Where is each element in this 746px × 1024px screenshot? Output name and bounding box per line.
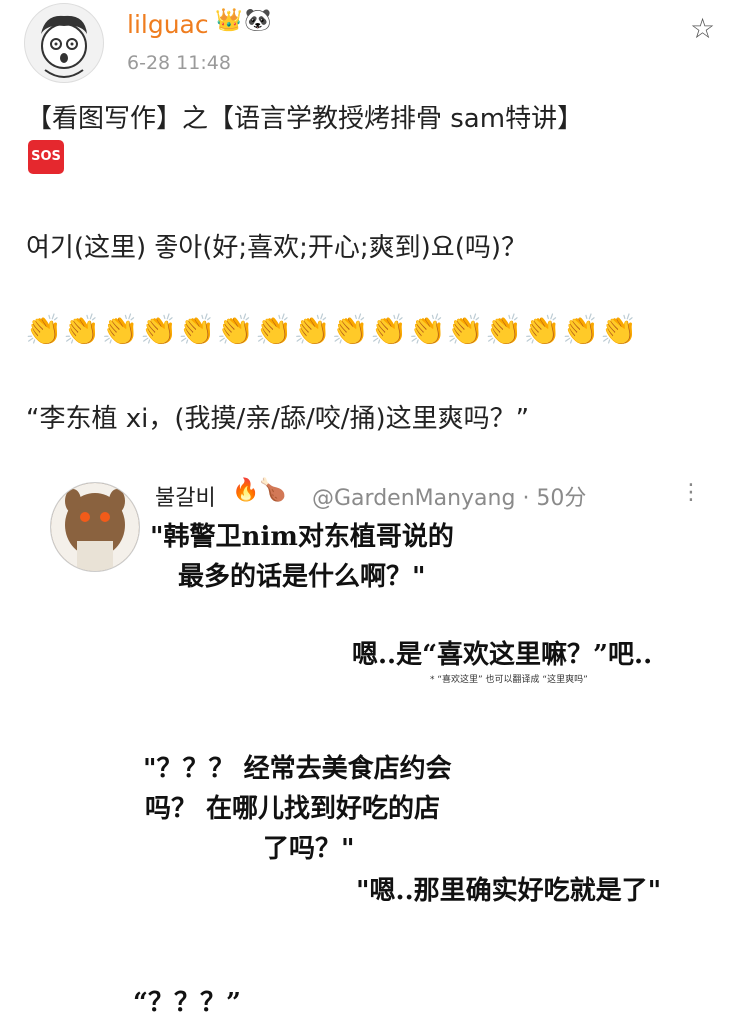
sos-icon: SOS [28, 140, 64, 174]
comment-handle[interactable]: @GardenManyang · 50分 [312, 480, 586, 512]
user-badges: 👑🐼 [215, 8, 274, 33]
question-1-line-2: 最多的话是什么啊？" [178, 562, 426, 592]
comment-user-emoji: 🔥🍗 [232, 478, 287, 503]
more-vertical-icon[interactable]: ⋮ [680, 480, 702, 505]
comment-avatar [50, 482, 140, 572]
star-icon[interactable]: ☆ [690, 12, 715, 45]
post-line-2: 여기(这里) 좋아(好;喜欢;开心;爽到)요(吗)？ [26, 233, 528, 263]
clapping-hands-icons: 👏👏👏👏👏👏👏👏👏👏👏👏👏👏👏👏 [25, 313, 639, 348]
post-line-3: “李东植 xi，(我摸/亲/舔/咬/捅)这里爽吗？” [26, 404, 530, 434]
question-1-line-1: "韩警卫nim对东植哥说的 [150, 522, 454, 552]
question-2-line-2: 吗？ 在哪儿找到好吃的店 [145, 794, 441, 824]
comment-username[interactable]: 불갈비 [155, 480, 216, 512]
post-line-1: 【看图写作】之【语言学教授烤排骨 sam特讲】 [26, 104, 584, 134]
avatar[interactable] [24, 3, 104, 83]
answer-2: "嗯..那里确实好吃就是了" [356, 876, 662, 906]
answer-1: 嗯..是“喜欢这里嘛？”吧.. [352, 640, 653, 670]
question-3: “？？？” [133, 988, 241, 1018]
translation-note: * “喜欢这里” 也可以翻译成 “这里爽吗” [430, 675, 588, 685]
question-2-line-1: "？？？ 经常去美食店约会 [143, 754, 452, 784]
username[interactable]: lilguac [127, 10, 209, 39]
post-time: 6-28 11:48 [127, 52, 231, 74]
question-2-line-3: 了吗？" [263, 834, 355, 864]
